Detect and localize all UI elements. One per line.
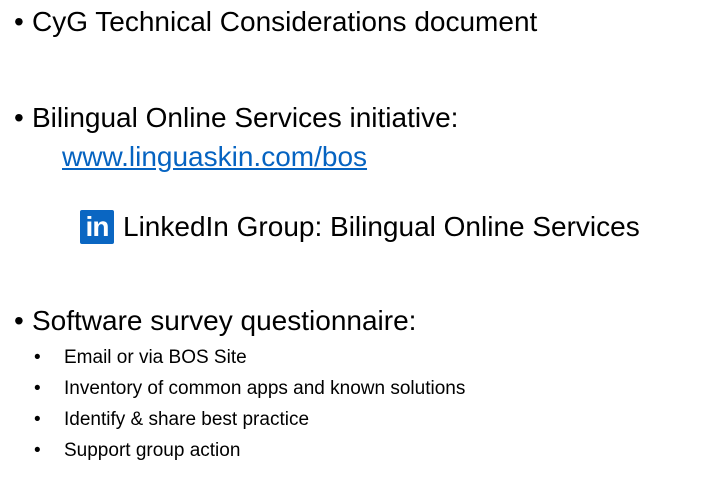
bullet-bos-initiative: • Bilingual Online Services initiative:: [14, 101, 458, 135]
bullet-text: Software survey questionnaire:: [32, 305, 417, 336]
sub-bullet-marker: •: [34, 409, 41, 430]
list-item-text: Support group action: [64, 440, 241, 461]
survey-sub-list: • Email or via BOS Site • Inventory of com…: [30, 342, 465, 466]
sub-bullet-marker: •: [34, 347, 41, 368]
linkedin-icon: in: [80, 210, 114, 244]
list-item: • Identify & share best practice: [30, 404, 465, 435]
bullet-marker: •: [14, 305, 24, 336]
list-item: • Support group action: [30, 435, 465, 466]
bullet-marker: •: [14, 102, 24, 133]
list-item-text: Identify & share best practice: [64, 409, 310, 430]
list-item-text: Inventory of common apps and known solut…: [64, 378, 466, 399]
sub-bullet-marker: •: [34, 440, 41, 461]
list-item-text: Email or via BOS Site: [64, 347, 247, 368]
bullet-software-survey: • Software survey questionnaire:: [14, 304, 416, 338]
bullet-marker: •: [14, 6, 24, 37]
list-item: • Email or via BOS Site: [30, 342, 465, 373]
bullet-text: CyG Technical Considerations document: [32, 6, 538, 37]
list-item: • Inventory of common apps and known solu…: [30, 373, 465, 404]
bullet-text: Bilingual Online Services initiative:: [32, 102, 459, 133]
bos-website-link[interactable]: www.linguaskin.com/bos: [62, 140, 367, 174]
linkedin-group-label: LinkedIn Group: Bilingual Online Service…: [123, 211, 640, 242]
bullet-cyg-document: • CyG Technical Considerations document: [14, 5, 537, 39]
linkedin-group-row: in LinkedIn Group: Bilingual Online Serv…: [80, 207, 640, 247]
sub-bullet-marker: •: [34, 378, 41, 399]
